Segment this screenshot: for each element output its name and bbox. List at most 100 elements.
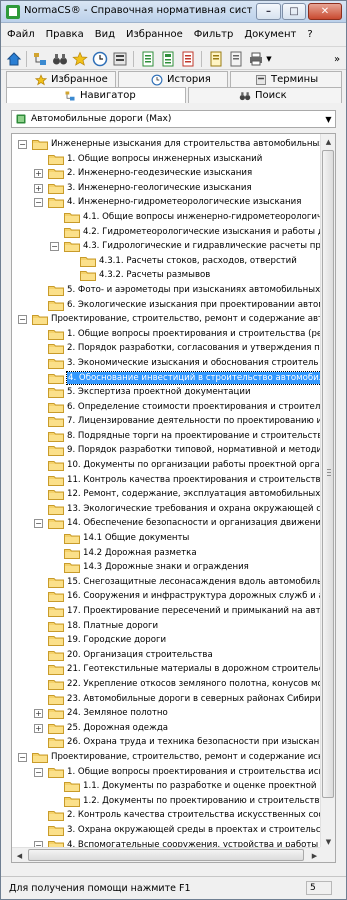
horizontal-scroll-thumb[interactable] xyxy=(28,849,304,861)
tree-row[interactable]: 14.3 Дорожные знаки и ограждения xyxy=(12,560,322,575)
tree-row[interactable]: − Проектирование, строительство, ремонт и… xyxy=(12,312,328,327)
scroll-left-arrow[interactable]: ◀ xyxy=(12,848,27,862)
tree-row[interactable]: +3. Инженерно-геологические изыскания xyxy=(12,181,322,196)
terms-icon[interactable] xyxy=(111,50,129,68)
tree-row[interactable]: 5. Фото- и аэрометоды при изысканиях авт… xyxy=(12,283,322,298)
star-icon[interactable] xyxy=(71,50,89,68)
tree-row[interactable]: 4.2. Гидрометеорологические изыскания и … xyxy=(12,225,324,240)
tree-row[interactable]: 8. Подрядные торги на проектирование и с… xyxy=(12,429,328,444)
green-doc-icon[interactable] xyxy=(139,50,157,68)
print-icon[interactable] xyxy=(247,50,265,68)
red-doc-icon[interactable] xyxy=(179,50,197,68)
tree-row[interactable]: 1.2. Документы по проектированию и строи… xyxy=(12,794,325,809)
tab-terms[interactable]: Термины xyxy=(230,71,342,87)
minimize-button[interactable]: – xyxy=(256,3,281,20)
chevron-down-icon[interactable]: ▼ xyxy=(264,50,274,68)
tree-row[interactable]: − Инженерные изыскания для строительства … xyxy=(12,137,324,152)
tree-row[interactable]: 4.3.1. Расчеты стоков, расходов, отверст… xyxy=(12,254,322,269)
tree-row[interactable]: 21. Геотекстильные материалы в дорожном … xyxy=(12,662,323,677)
maximize-button[interactable]: □ xyxy=(282,3,306,20)
tree-row[interactable]: 4. Обоснование инвестиций в строительств… xyxy=(12,370,327,386)
tree-row[interactable]: 22. Укрепление откосов земляного полотна… xyxy=(12,677,323,692)
close-button[interactable]: ✕ xyxy=(308,3,342,20)
tree-row[interactable]: 19. Городские дороги xyxy=(12,633,322,648)
tab-navigator[interactable]: Навигатор xyxy=(6,87,186,103)
history-clock-icon[interactable] xyxy=(91,50,109,68)
tree-row[interactable]: 2. Порядок разработки, согласования и ут… xyxy=(12,341,325,356)
folder-icon xyxy=(48,431,64,442)
tab-history[interactable]: История xyxy=(118,71,228,87)
tree-row[interactable]: +25. Дорожная одежда xyxy=(12,721,322,736)
menu-filter[interactable]: Фильтр xyxy=(188,27,239,45)
vertical-scrollbar[interactable]: ▲ ▼ xyxy=(320,134,335,849)
folder-icon xyxy=(48,445,64,457)
tree-row[interactable]: − 4.3. Гидрологические и гидравлические р… xyxy=(12,239,326,254)
tree-row[interactable]: − 14. Обеспечение безопасности и организа… xyxy=(12,516,326,531)
tree-row[interactable]: 9. Порядок разработки типовой, нормативн… xyxy=(12,443,327,458)
menu-document[interactable]: Документ xyxy=(238,27,301,45)
horizontal-scrollbar[interactable]: ◀ ▶ xyxy=(12,847,322,862)
tree-row[interactable]: 6. Определение стоимости проектирования … xyxy=(12,400,322,415)
grey-doc-icon[interactable] xyxy=(227,50,245,68)
tree-row[interactable]: 26. Охрана труда и техника безопасности … xyxy=(12,735,325,750)
menu-edit[interactable]: Правка xyxy=(40,27,89,45)
menu-help[interactable]: ? xyxy=(301,27,317,45)
tree-row[interactable]: 5. Экспертиза проектной документации xyxy=(12,385,322,400)
navigator-icon[interactable] xyxy=(31,50,49,68)
tree-row[interactable]: − 1. Общие вопросы проектирования и строи… xyxy=(12,765,324,780)
tree-row[interactable]: 7. Лицензирование деятельности по проект… xyxy=(12,414,330,429)
home-icon[interactable] xyxy=(5,50,23,68)
tree-row[interactable]: 15. Снегозащитные лесонасаждения вдоль а… xyxy=(12,575,322,590)
tree-row[interactable]: 23. Автомобильные дороги в северных райо… xyxy=(12,692,323,707)
tree-item-label: 4.3.2. Расчеты размывов xyxy=(99,270,211,281)
collapse-icon[interactable]: − xyxy=(18,752,27,762)
toolbar-overflow-icon[interactable]: » xyxy=(331,50,343,68)
tree-row[interactable]: 1. Общие вопросы проектирования и строит… xyxy=(12,327,327,342)
menu-file[interactable]: Файл xyxy=(1,27,40,45)
tree-row[interactable]: − 4. Инженерно-гидрометеорологические изы… xyxy=(12,195,322,210)
collapse-icon[interactable]: − xyxy=(50,242,59,252)
collapse-icon[interactable]: − xyxy=(18,140,27,149)
yellow-doc-icon[interactable] xyxy=(207,50,225,68)
tree-row[interactable]: 3. Охрана окружающей среды в проектах и … xyxy=(12,823,326,838)
tree-row[interactable]: 11. Контроль качества проектирования и с… xyxy=(12,473,326,488)
green-doc-list-icon[interactable] xyxy=(159,50,177,68)
tree-row[interactable]: 20. Организация строительства xyxy=(12,648,322,663)
tree-row[interactable]: 1.1. Документы по разработке и оценке пр… xyxy=(12,779,325,794)
tab-favorites[interactable]: Избранное xyxy=(6,71,116,87)
tree-row[interactable]: 3. Экономические изыскания и обоснования… xyxy=(12,356,322,371)
tree-row[interactable]: 17. Проектирование пересечений и примыка… xyxy=(12,604,326,619)
chevron-down-icon[interactable]: ▼ xyxy=(322,111,335,127)
tree-row[interactable]: 1. Общие вопросы инженерных изысканий xyxy=(12,152,322,167)
tree-row[interactable]: 18. Платные дороги xyxy=(12,619,322,634)
tree-row[interactable]: − Проектирование, строительство, ремонт и… xyxy=(12,750,328,765)
collapse-icon[interactable]: − xyxy=(34,767,43,777)
collapse-icon[interactable]: − xyxy=(34,198,43,208)
collapse-icon[interactable]: − xyxy=(34,519,43,529)
expand-icon[interactable]: + xyxy=(34,169,43,179)
tree-row[interactable]: 4.3.2. Расчеты размывов xyxy=(12,268,322,283)
classifier-select[interactable]: Автомобильные дороги (Max) ▼ xyxy=(11,110,336,128)
tab-search[interactable]: Поиск xyxy=(188,87,342,103)
tree-row[interactable]: 2. Контроль качества строительства искус… xyxy=(12,808,324,823)
vertical-scroll-thumb[interactable] xyxy=(322,150,334,798)
tree-row[interactable]: 13. Экологические требования и охрана ок… xyxy=(12,502,326,517)
tree-row[interactable]: 14.2 Дорожная разметка xyxy=(12,546,322,561)
tree-row[interactable]: +24. Земляное полотно xyxy=(12,706,322,721)
collapse-icon[interactable]: − xyxy=(18,315,27,325)
tree-row[interactable]: +2. Инженерно-геодезические изыскания xyxy=(12,166,322,181)
tree-row[interactable]: 10. Документы по организации работы прое… xyxy=(12,458,325,473)
tree-row[interactable]: 6. Экологические изыскания при проектиро… xyxy=(12,298,325,313)
tree-row[interactable]: 16. Сооружения и инфраструктура дорожных… xyxy=(12,589,334,604)
tree-row[interactable]: 14.1 Общие документы xyxy=(12,531,322,546)
expand-icon[interactable]: + xyxy=(34,183,43,193)
expand-icon[interactable]: + xyxy=(34,723,43,733)
title-bar[interactable]: NormaCS® - Справочная нормативная сист..… xyxy=(1,1,346,23)
menu-favorites[interactable]: Избранное xyxy=(120,27,188,45)
tree-row[interactable]: 4.1. Общие вопросы инженерно-гидрометеор… xyxy=(12,210,335,225)
tree-row[interactable]: 12. Ремонт, содержание, эксплуатация авт… xyxy=(12,487,329,502)
menu-view[interactable]: Вид xyxy=(89,27,120,45)
scroll-up-arrow[interactable]: ▲ xyxy=(321,134,335,149)
binoculars-icon[interactable] xyxy=(51,50,69,68)
expand-icon[interactable]: + xyxy=(34,709,43,719)
